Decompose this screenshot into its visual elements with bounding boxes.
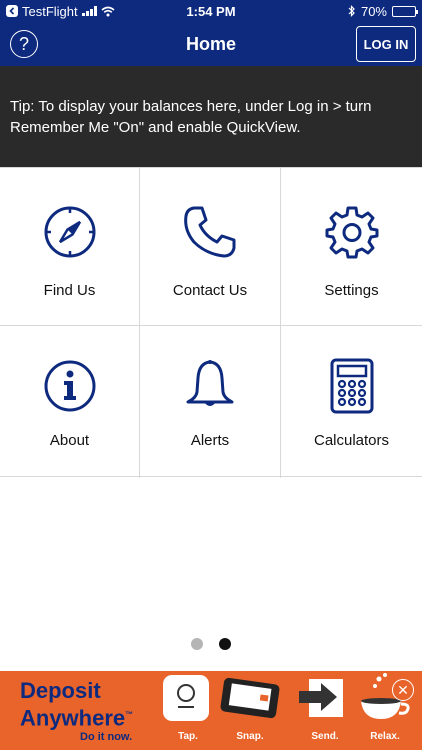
bell-icon [182, 358, 238, 414]
ad-step-send: Send. [295, 671, 355, 750]
page-title: Home [185, 33, 236, 54]
ad-brand-line2-wrap: Anywhere™ [20, 703, 133, 730]
help-button[interactable]: ? [10, 30, 38, 58]
ad-brand-line2: Anywhere [20, 705, 126, 731]
tile-label: Calculators [313, 432, 390, 449]
page-indicator [0, 638, 422, 650]
ad-brand: Deposit Anywhere™ [20, 679, 133, 730]
status-left: TestFlight [6, 4, 115, 19]
info-icon [43, 358, 97, 414]
tile-label: Find Us [43, 282, 96, 299]
tile-label: About [49, 432, 90, 449]
ad-step-label: Send. [311, 731, 339, 742]
ad-step-label: Relax. [370, 731, 400, 742]
battery-percent: 70% [360, 3, 387, 19]
phone-icon [182, 204, 238, 260]
gear-icon [325, 204, 379, 260]
calculator-icon [330, 358, 374, 414]
compass-icon [43, 204, 97, 260]
login-button[interactable]: LOG IN [356, 26, 416, 62]
tile-settings[interactable]: Settings [281, 168, 422, 326]
wifi-icon [101, 6, 115, 16]
page-dot-1[interactable] [191, 638, 203, 650]
ad-step-snap: Snap. [220, 671, 280, 750]
tile-label: Alerts [190, 432, 230, 449]
phone-snap-icon [220, 677, 280, 719]
tile-alerts[interactable]: Alerts [140, 326, 281, 478]
status-right: 70% [348, 3, 418, 19]
battery-icon [392, 5, 418, 17]
page-dot-2[interactable] [219, 638, 231, 650]
ad-step-label: Snap. [236, 731, 264, 742]
home-menu-grid: Find Us Contact Us Settings About Alerts… [0, 167, 422, 478]
tip-banner: Tip: To display your balances here, unde… [0, 66, 422, 167]
bluetooth-icon [348, 5, 355, 17]
back-app-label[interactable]: TestFlight [22, 4, 78, 19]
ad-close-button[interactable]: ✕ [392, 679, 414, 701]
tile-contact-us[interactable]: Contact Us [140, 168, 281, 326]
app-tap-icon [163, 675, 209, 721]
tile-calculators[interactable]: Calculators [281, 326, 422, 478]
ad-trademark: ™ [125, 710, 134, 719]
tile-about[interactable]: About [0, 326, 140, 478]
ad-brand-line1: Deposit [20, 678, 101, 703]
send-arrow-icon [299, 679, 343, 717]
ad-step-tap: Tap. [158, 671, 218, 750]
tile-find-us[interactable]: Find Us [0, 168, 140, 326]
tile-label: Contact Us [172, 282, 248, 299]
ad-step-label: Tap. [178, 731, 198, 742]
tip-text: Tip: To display your balances here, unde… [10, 98, 372, 136]
cellular-signal-icon [81, 6, 97, 16]
deposit-anywhere-ad[interactable]: Deposit Anywhere™ Do it now. Tap. Snap. … [0, 671, 422, 750]
tile-label: Settings [324, 282, 379, 299]
ad-cta: Do it now. [80, 731, 133, 743]
status-bar: TestFlight 1:54 PM 70% [0, 0, 422, 22]
back-to-app-icon[interactable] [6, 5, 18, 17]
nav-bar: ? Home LOG IN [0, 22, 422, 66]
